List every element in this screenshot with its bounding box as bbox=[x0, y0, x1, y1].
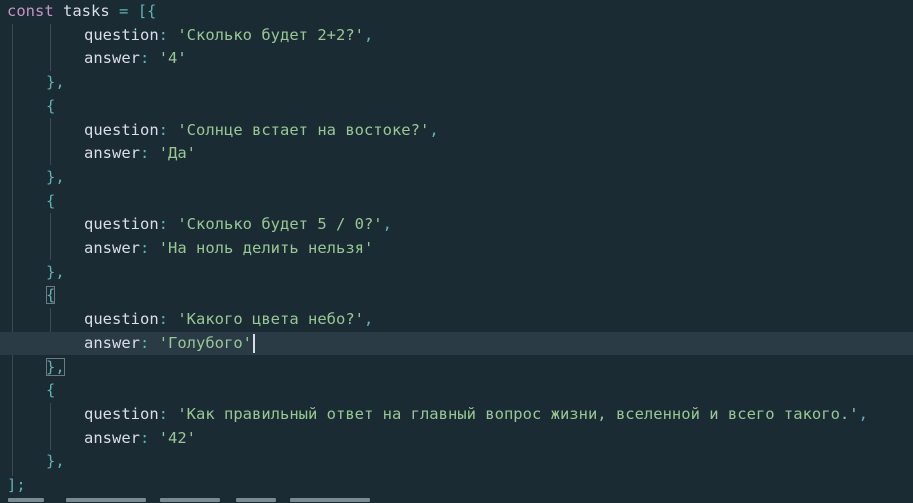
code-line[interactable]: { bbox=[0, 284, 913, 308]
question-string: 'Солнце встает на востоке?' bbox=[177, 120, 430, 139]
code-line[interactable]: { bbox=[0, 190, 913, 214]
question-key: question bbox=[84, 120, 159, 139]
answer-key: answer bbox=[84, 49, 140, 68]
code-line[interactable]: { bbox=[0, 95, 913, 119]
question-key: question bbox=[84, 404, 159, 423]
question-key: question bbox=[84, 215, 159, 234]
code-line[interactable]: { bbox=[0, 379, 913, 403]
answer-string: '4' bbox=[158, 49, 187, 68]
object-open: { bbox=[46, 381, 56, 400]
variable-name: tasks bbox=[63, 2, 110, 20]
object-open-matched: { bbox=[46, 286, 56, 305]
code-line[interactable]: answer: 'Да' bbox=[0, 142, 913, 166]
code-editor[interactable]: const tasks = [{ question: 'Сколько буде… bbox=[0, 0, 913, 503]
cut-off-line bbox=[0, 492, 913, 503]
code-line[interactable]: question: 'Сколько будет 5 / 0?', bbox=[0, 213, 913, 237]
code-line[interactable]: const tasks = [{ bbox=[0, 0, 913, 24]
code-line[interactable]: }, bbox=[0, 356, 913, 380]
question-string: 'Сколько будет 2+2?' bbox=[177, 25, 364, 44]
answer-string: '42' bbox=[158, 428, 197, 447]
code-line[interactable]: question: 'Как правильный ответ на главн… bbox=[0, 403, 913, 427]
answer-string: 'Да' bbox=[158, 144, 197, 163]
current-code-line[interactable]: answer: 'Голубого' bbox=[0, 331, 913, 356]
code-line[interactable]: }, bbox=[0, 71, 913, 95]
code-line[interactable]: question: 'Сколько будет 2+2?', bbox=[0, 24, 913, 48]
question-string: 'Как правильный ответ на главный вопрос … bbox=[177, 404, 859, 423]
object-open: { bbox=[46, 191, 56, 210]
answer-key: answer bbox=[84, 144, 140, 163]
code-line[interactable]: answer: '42' bbox=[0, 427, 913, 451]
object-close: }, bbox=[46, 452, 65, 471]
answer-key: answer bbox=[84, 239, 140, 257]
text-cursor bbox=[253, 333, 255, 353]
question-string: 'Какого цвета небо?' bbox=[177, 310, 364, 329]
question-key: question bbox=[84, 310, 159, 329]
code-line[interactable]: }, bbox=[0, 261, 913, 285]
question-string: 'Сколько будет 5 / 0?' bbox=[177, 215, 383, 234]
object-close: }, bbox=[46, 262, 65, 281]
code-line[interactable]: }, bbox=[0, 450, 913, 474]
object-close-matched: }, bbox=[46, 357, 65, 376]
question-key: question bbox=[84, 25, 159, 44]
object-open: { bbox=[46, 96, 56, 115]
code-line[interactable]: question: 'Какого цвета небо?', bbox=[0, 308, 913, 332]
assign-operator: = bbox=[119, 2, 129, 20]
object-close: }, bbox=[46, 167, 65, 186]
array-open: [{ bbox=[137, 2, 157, 20]
code-line[interactable]: answer: 'На ноль делить нельзя' bbox=[0, 237, 913, 261]
keyword-const: const bbox=[7, 2, 54, 20]
code-line[interactable]: answer: '4' bbox=[0, 47, 913, 71]
code-line[interactable]: question: 'Солнце встает на востоке?', bbox=[0, 119, 913, 143]
answer-key: answer bbox=[84, 333, 140, 352]
object-close: }, bbox=[46, 73, 65, 92]
answer-key: answer bbox=[84, 428, 140, 447]
answer-string: 'На ноль делить нельзя' bbox=[158, 239, 374, 257]
answer-string: 'Голубого' bbox=[158, 333, 253, 352]
code-line[interactable]: }, bbox=[0, 166, 913, 190]
